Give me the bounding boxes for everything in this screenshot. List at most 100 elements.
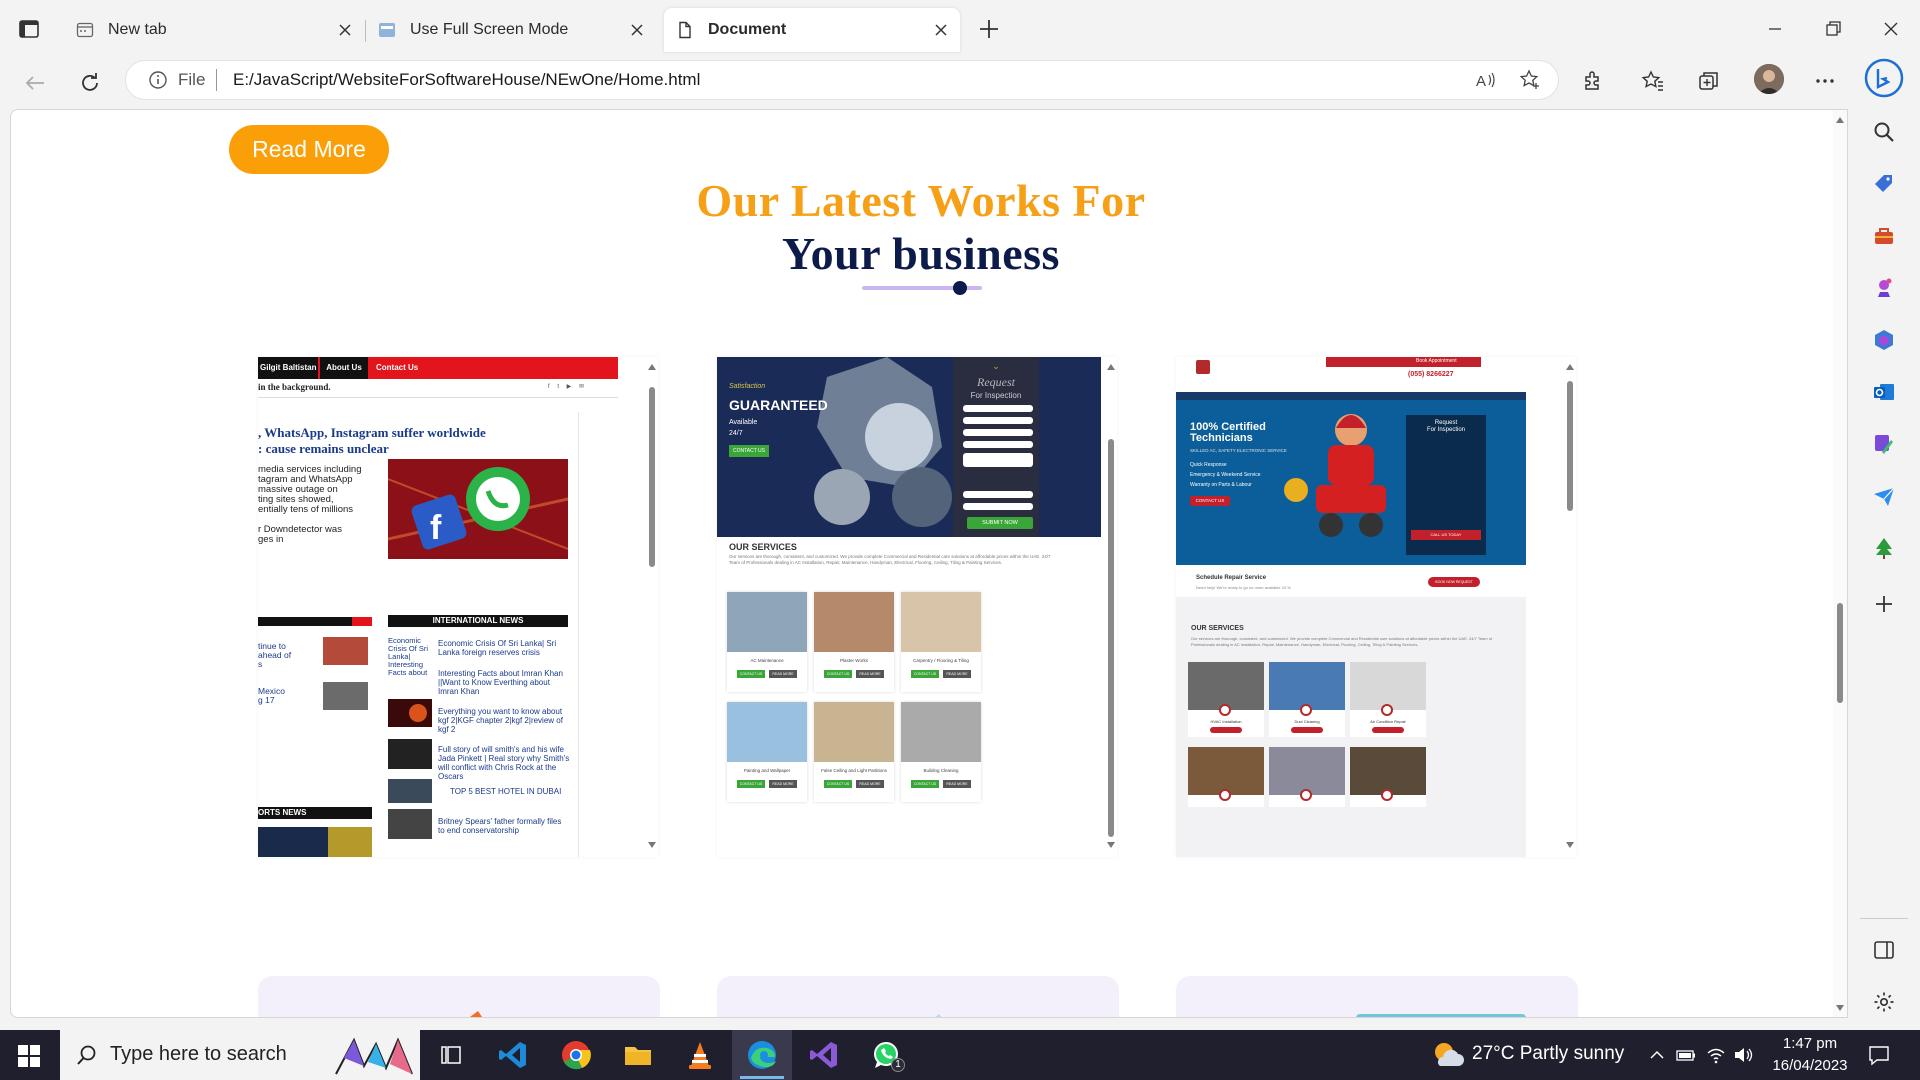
microsoft-365-icon[interactable]: [1872, 328, 1896, 352]
service-read-more-button: READ MORE: [769, 670, 797, 678]
scroll-down-icon[interactable]: [647, 841, 657, 849]
card-scrollbar[interactable]: [1564, 357, 1576, 857]
vlc-icon[interactable]: [683, 1038, 717, 1072]
card-scrollbar[interactable]: [1105, 357, 1117, 857]
restore-icon[interactable]: [1818, 14, 1848, 44]
service-read-more-button: READ MORE: [943, 670, 971, 678]
lower-card[interactable]: [717, 976, 1119, 1017]
info-icon[interactable]: [148, 70, 168, 90]
work-card-news[interactable]: Gilgit Baltistan About Us Contact Us in …: [258, 357, 658, 857]
read-more-button[interactable]: Read More: [229, 125, 389, 174]
designer-icon[interactable]: [1872, 432, 1896, 456]
service-badge-icon: [1300, 704, 1312, 716]
service-image: [901, 702, 981, 762]
hide-sidebar-icon[interactable]: [1872, 938, 1896, 962]
notifications-icon[interactable]: [1868, 1044, 1890, 1066]
services-text: Our services are thorough, consistent, a…: [729, 554, 1051, 565]
social-icons: f t ▶ ✉: [548, 384, 587, 390]
close-tab-icon[interactable]: [336, 21, 354, 39]
outlook-icon[interactable]: [1872, 380, 1896, 404]
add-sidebar-app-icon[interactable]: [1872, 592, 1896, 616]
form-button: CALL US TODAY: [1411, 530, 1481, 540]
windows-start-icon[interactable]: [18, 1045, 40, 1067]
clock-date: 16/04/2023: [1772, 1057, 1848, 1074]
tab-new-tab[interactable]: New tab: [64, 8, 364, 52]
battery-icon[interactable]: [1676, 1045, 1696, 1065]
lower-card[interactable]: [258, 976, 660, 1017]
scroll-up-icon[interactable]: [1835, 116, 1845, 124]
wifi-icon[interactable]: [1706, 1045, 1726, 1065]
service-image: [727, 592, 807, 652]
tab-actions-icon[interactable]: [18, 18, 40, 40]
sidebar-divider: [1860, 918, 1908, 919]
scroll-up-icon[interactable]: [647, 363, 657, 371]
service-tile: [1188, 747, 1264, 807]
visual-studio-icon[interactable]: [807, 1038, 841, 1072]
address-bar[interactable]: File E:/JavaScript/WebsiteForSoftwareHou…: [126, 61, 1558, 99]
scroll-up-icon[interactable]: [1106, 363, 1116, 371]
search-placeholder: Type here to search: [110, 1043, 287, 1065]
divider: [258, 397, 618, 398]
scroll-thumb[interactable]: [1108, 439, 1114, 837]
news-left-items: tinue to ahead of s Mexico g 17: [258, 641, 292, 705]
close-tab-icon[interactable]: [932, 21, 950, 39]
scroll-down-icon[interactable]: [1835, 1004, 1845, 1012]
news-left-caption: Economic Crisis Of Sri Lanka| Interestin…: [388, 636, 428, 677]
tools-briefcase-icon[interactable]: [1872, 224, 1896, 248]
add-favorite-icon[interactable]: [1519, 69, 1541, 91]
tab-document[interactable]: Document: [664, 8, 960, 52]
task-view-icon[interactable]: [434, 1038, 468, 1072]
lower-card[interactable]: [1176, 976, 1578, 1017]
service-badge-icon: [1219, 789, 1231, 801]
shopping-tag-icon[interactable]: [1872, 172, 1896, 196]
tree-icon[interactable]: [1872, 536, 1896, 560]
card-scrollbar[interactable]: [646, 357, 658, 857]
send-paper-plane-icon[interactable]: [1872, 484, 1896, 508]
service-image: [1269, 747, 1345, 795]
scroll-up-icon[interactable]: [1565, 363, 1575, 371]
refresh-icon[interactable]: [75, 68, 105, 98]
service-label: AC Maintenance: [750, 658, 784, 663]
volume-icon[interactable]: [1733, 1045, 1753, 1065]
chrome-icon[interactable]: [559, 1038, 593, 1072]
games-icon[interactable]: [1872, 276, 1896, 300]
extensions-icon[interactable]: [1580, 68, 1606, 94]
vscode-icon[interactable]: [496, 1038, 530, 1072]
tab-use-full-screen-mode[interactable]: Use Full Screen Mode: [366, 8, 656, 52]
page-scrollbar[interactable]: [1833, 110, 1847, 1017]
url-text[interactable]: E:/JavaScript/WebsiteForSoftwareHouse/NE…: [233, 70, 700, 90]
form-field: [963, 429, 1033, 436]
work-card-technicians[interactable]: Book Appointment (055) 8266227 100% Cert…: [1176, 357, 1576, 857]
search-icon[interactable]: [1872, 120, 1896, 144]
scroll-thumb[interactable]: [649, 387, 655, 567]
scroll-down-icon[interactable]: [1565, 841, 1575, 849]
edge-icon[interactable]: [745, 1038, 779, 1072]
bing-chat-icon[interactable]: [1864, 58, 1904, 98]
more-options-icon[interactable]: [1812, 68, 1838, 94]
dubai-thumb: [388, 779, 432, 803]
sports-news-label: ORTS NEWS: [258, 807, 372, 819]
service-badge-icon: [1300, 789, 1312, 801]
show-hidden-icons-chevron-up-icon[interactable]: [1647, 1045, 1667, 1065]
back-icon[interactable]: [20, 68, 50, 98]
work-card-home-services[interactable]: Satisfaction GUARANTEED Available 24/7 C…: [717, 357, 1117, 857]
minimize-icon[interactable]: [1760, 14, 1790, 44]
favorites-icon[interactable]: [1640, 68, 1666, 94]
scroll-thumb[interactable]: [1567, 381, 1573, 511]
collections-icon[interactable]: [1696, 68, 1722, 94]
form-submit: SUBMIT NOW: [967, 517, 1033, 529]
taskbar-search[interactable]: Type here to search: [60, 1030, 420, 1080]
profile-avatar[interactable]: [1754, 64, 1784, 94]
close-tab-icon[interactable]: [628, 21, 646, 39]
settings-gear-icon[interactable]: [1872, 990, 1896, 1014]
new-tab-plus-icon[interactable]: [976, 16, 1002, 42]
page-scroll-thumb[interactable]: [1837, 603, 1843, 703]
system-clock[interactable]: 1:47 pm 16/04/2023: [1760, 1033, 1860, 1077]
read-aloud-icon[interactable]: A: [1474, 69, 1496, 91]
weather-widget[interactable]: 27°C Partly sunny: [1430, 1030, 1630, 1080]
scroll-down-icon[interactable]: [1106, 841, 1116, 849]
file-explorer-icon[interactable]: [621, 1038, 655, 1072]
service-tile: Painting and Wallpaper CONTACT US READ MOR…: [727, 702, 807, 802]
hero-contact-button: CONTACT US: [729, 445, 769, 457]
close-window-icon[interactable]: [1876, 14, 1906, 44]
